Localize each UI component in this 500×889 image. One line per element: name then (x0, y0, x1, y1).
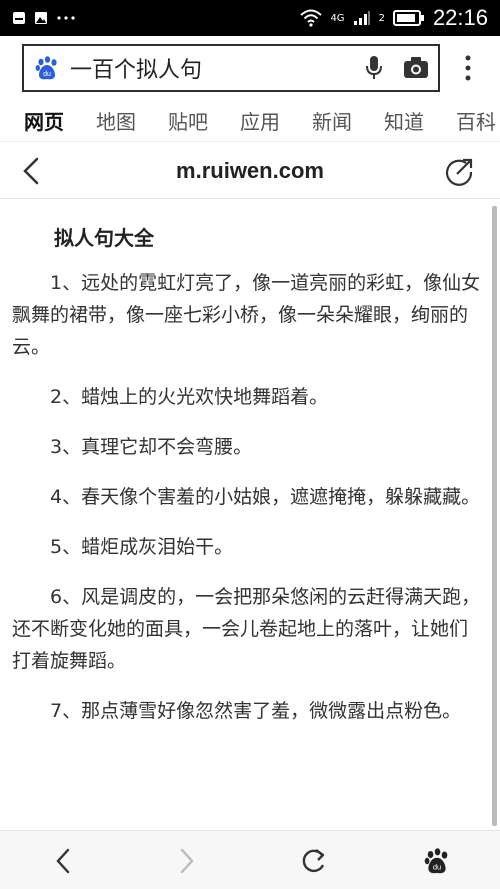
baidu-logo-text: du (433, 863, 441, 872)
tab-web[interactable]: 网页 (24, 106, 64, 135)
signal-icon (353, 11, 370, 25)
search-tabs: 网页 地图 贴吧 应用 新闻 知道 百科 (0, 100, 500, 142)
forward-arrow-icon[interactable] (172, 846, 202, 876)
camera-icon[interactable] (402, 56, 430, 80)
network-label: 4G (330, 12, 345, 24)
article-paragraph: 5、蜡炬成灰泪始干。 (50, 536, 234, 558)
tab-news[interactable]: 新闻 (312, 106, 352, 135)
scrollbar[interactable] (492, 206, 497, 826)
page-header: m.ruiwen.com (0, 143, 500, 199)
more-vertical-icon[interactable] (456, 54, 480, 82)
page-url: m.ruiwen.com (176, 157, 324, 183)
article-paragraph: 1、远处的霓虹灯亮了，像一道亮丽的彩虹，像仙女飘舞的裙带，像一座七彩小桥，像一朵… (12, 272, 481, 358)
battery-icon (392, 10, 424, 26)
mic-icon[interactable] (364, 55, 384, 81)
search-query: 一百个拟人句 (70, 58, 203, 83)
status-left (12, 11, 76, 25)
clock-time: 22:16 (432, 5, 488, 30)
more-dots-icon (57, 16, 75, 20)
tab-apps[interactable]: 应用 (240, 106, 280, 135)
baidu-paw-icon[interactable]: du (422, 846, 452, 876)
article-title: 拟人句大全 (54, 226, 154, 250)
article-paragraph: 3、真理它却不会弯腰。 (50, 436, 253, 458)
search-actions (364, 55, 430, 81)
back-arrow-icon[interactable] (48, 846, 78, 876)
tab-zhidao[interactable]: 知道 (384, 106, 424, 135)
share-icon[interactable] (444, 157, 474, 187)
search-input[interactable]: du 一百个拟人句 (22, 44, 440, 92)
status-right: 4G 2 22:16 (300, 5, 488, 31)
refresh-icon[interactable] (298, 846, 328, 876)
status-bar: 4G 2 22:16 (0, 0, 500, 36)
sim-label: 2 (378, 12, 385, 24)
tab-map[interactable]: 地图 (96, 106, 136, 135)
article-content: 拟人句大全 1、远处的霓虹灯亮了，像一道亮丽的彩虹，像仙女飘舞的裙带，像一座七彩… (0, 200, 500, 828)
tab-baike[interactable]: 百科 (456, 106, 496, 135)
article-paragraph: 7、那点薄雪好像忽然害了羞，微微露出点粉色。 (50, 700, 462, 722)
baidu-paw-icon: du (35, 56, 57, 80)
baidu-logo-text: du (43, 71, 51, 78)
back-chevron-icon[interactable] (20, 157, 42, 185)
image-icon (35, 12, 47, 24)
notification-icon (13, 12, 25, 24)
tab-tieba[interactable]: 贴吧 (168, 106, 208, 135)
article-paragraph: 4、春天像个害羞的小姑娘，遮遮掩掩，躲躲藏藏。 (50, 486, 481, 508)
search-bar: du 一百个拟人句 (0, 36, 500, 100)
wifi-icon (300, 9, 323, 27)
bottom-nav: du (0, 830, 500, 889)
article-paragraph: 6、风是调皮的，一会把那朵悠闲的云赶得满天跑，还不断变化她的面具，一会儿卷起地上… (12, 586, 481, 672)
article-paragraph: 2、蜡烛上的火光欢快地舞蹈着。 (50, 386, 329, 408)
